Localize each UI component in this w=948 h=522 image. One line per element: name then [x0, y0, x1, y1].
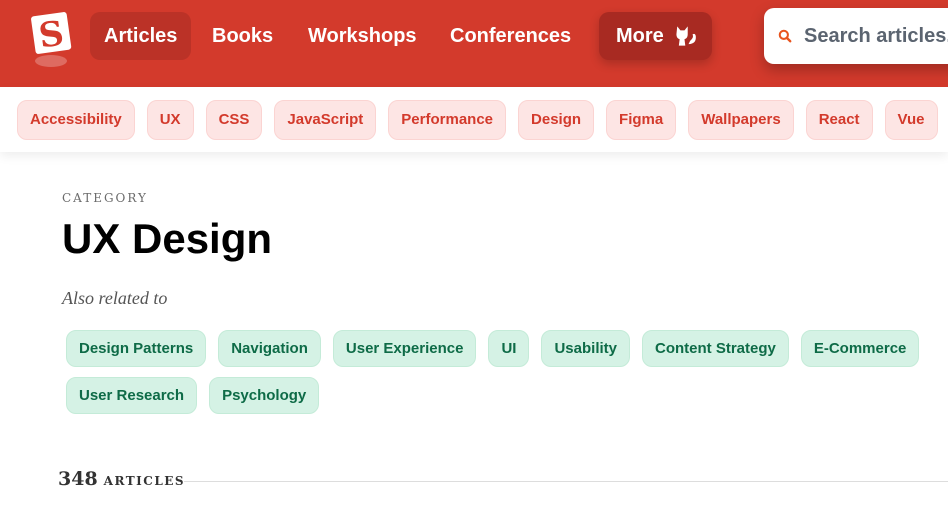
search-box[interactable] — [764, 8, 948, 64]
more-label: More — [616, 25, 664, 47]
tag-vue[interactable]: Vue — [884, 99, 938, 140]
tag-accessibility[interactable]: Accessibility — [17, 99, 135, 140]
nav-books[interactable]: Books — [198, 12, 287, 60]
site-header: S Articles Books Workshops Conferences M… — [0, 0, 948, 87]
search-icon — [778, 29, 792, 43]
related-label: Also related to — [62, 288, 168, 308]
search-input[interactable] — [804, 24, 948, 48]
tag-wallpapers[interactable]: Wallpapers — [688, 99, 794, 140]
tag-css[interactable]: CSS — [205, 99, 263, 140]
nav-articles[interactable]: Articles — [90, 12, 192, 60]
related-ui[interactable]: UI — [488, 330, 530, 367]
related-usability[interactable]: Usability — [541, 330, 630, 367]
tag-ux[interactable]: UX — [146, 99, 194, 140]
category-label: CATEGORY — [62, 191, 148, 205]
related-user-experience[interactable]: User Experience — [332, 330, 477, 367]
related-categories: Design Patterns Navigation User Experien… — [66, 330, 948, 414]
article-count: 348 ARTICLES — [58, 468, 185, 490]
article-count-number: 348 — [58, 468, 98, 490]
related-design-patterns[interactable]: Design Patterns — [66, 330, 207, 367]
related-psychology[interactable]: Psychology — [209, 377, 320, 414]
tag-design[interactable]: Design — [518, 99, 595, 140]
related-content-strategy[interactable]: Content Strategy — [642, 330, 789, 367]
tag-figma[interactable]: Figma — [606, 99, 677, 140]
related-navigation[interactable]: Navigation — [218, 330, 321, 367]
tag-javascript[interactable]: JavaScript — [274, 99, 377, 140]
nav-conferences[interactable]: Conferences — [436, 12, 585, 60]
related-e-commerce[interactable]: E-Commerce — [800, 330, 920, 367]
page-title: UX Design — [62, 215, 273, 262]
smashing-logo[interactable]: S — [28, 10, 74, 72]
related-user-research[interactable]: User Research — [66, 377, 198, 414]
topic-tag-bar: Accessibility UX CSS JavaScript Performa… — [0, 87, 948, 152]
article-count-label: ARTICLES — [103, 474, 186, 488]
more-button[interactable]: More — [599, 12, 712, 60]
divider — [184, 481, 948, 482]
cat-icon — [676, 26, 696, 46]
nav-workshops[interactable]: Workshops — [294, 12, 431, 60]
tag-react[interactable]: React — [805, 99, 873, 140]
tag-performance[interactable]: Performance — [388, 99, 507, 140]
